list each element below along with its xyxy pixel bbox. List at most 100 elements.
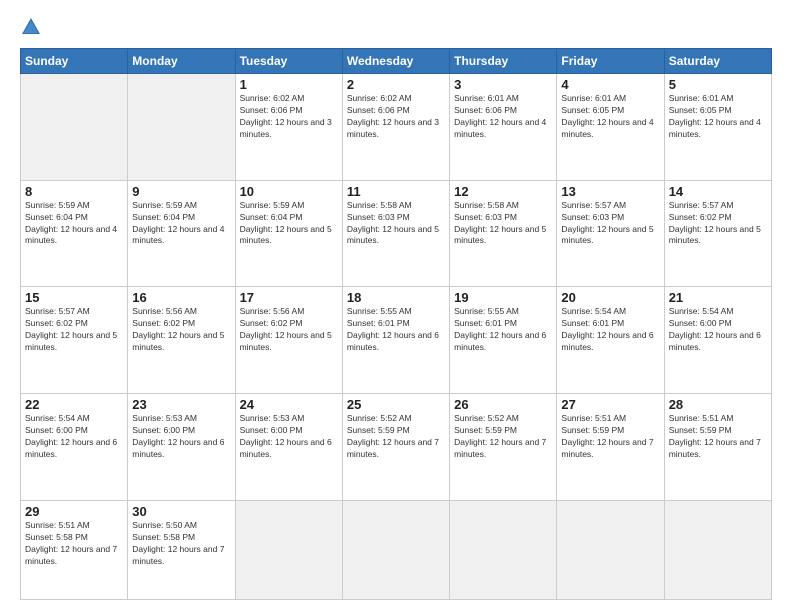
day-number: 1 — [240, 77, 338, 92]
day-cell-11: 11Sunrise: 5:58 AMSunset: 6:03 PMDayligh… — [342, 180, 449, 287]
day-cell-12: 12Sunrise: 5:58 AMSunset: 6:03 PMDayligh… — [450, 180, 557, 287]
day-info: Sunrise: 5:51 AMSunset: 5:59 PMDaylight:… — [561, 413, 659, 461]
day-number: 21 — [669, 290, 767, 305]
day-cell-16: 16Sunrise: 5:56 AMSunset: 6:02 PMDayligh… — [128, 287, 235, 394]
day-info: Sunrise: 5:52 AMSunset: 5:59 PMDaylight:… — [454, 413, 552, 461]
day-cell-29: 29Sunrise: 5:51 AMSunset: 5:58 PMDayligh… — [21, 500, 128, 599]
day-number: 5 — [669, 77, 767, 92]
calendar-week-3: 15Sunrise: 5:57 AMSunset: 6:02 PMDayligh… — [21, 287, 772, 394]
day-info: Sunrise: 5:58 AMSunset: 6:03 PMDaylight:… — [454, 200, 552, 248]
day-number: 23 — [132, 397, 230, 412]
day-number: 28 — [669, 397, 767, 412]
calendar-week-5: 29Sunrise: 5:51 AMSunset: 5:58 PMDayligh… — [21, 500, 772, 599]
day-cell-2: 2Sunrise: 6:02 AMSunset: 6:06 PMDaylight… — [342, 74, 449, 181]
weekday-header-thursday: Thursday — [450, 49, 557, 74]
calendar-week-2: 8Sunrise: 5:59 AMSunset: 6:04 PMDaylight… — [21, 180, 772, 287]
day-number: 29 — [25, 504, 123, 519]
day-number: 3 — [454, 77, 552, 92]
day-cell-17: 17Sunrise: 5:56 AMSunset: 6:02 PMDayligh… — [235, 287, 342, 394]
day-number: 24 — [240, 397, 338, 412]
day-number: 27 — [561, 397, 659, 412]
day-info: Sunrise: 5:57 AMSunset: 6:02 PMDaylight:… — [669, 200, 767, 248]
day-cell-8: 8Sunrise: 5:59 AMSunset: 6:04 PMDaylight… — [21, 180, 128, 287]
day-info: Sunrise: 5:53 AMSunset: 6:00 PMDaylight:… — [132, 413, 230, 461]
day-number: 20 — [561, 290, 659, 305]
day-cell-24: 24Sunrise: 5:53 AMSunset: 6:00 PMDayligh… — [235, 394, 342, 501]
day-info: Sunrise: 5:54 AMSunset: 6:01 PMDaylight:… — [561, 306, 659, 354]
day-cell-26: 26Sunrise: 5:52 AMSunset: 5:59 PMDayligh… — [450, 394, 557, 501]
empty-cell — [450, 500, 557, 599]
day-number: 14 — [669, 184, 767, 199]
day-number: 2 — [347, 77, 445, 92]
day-number: 15 — [25, 290, 123, 305]
day-info: Sunrise: 6:02 AMSunset: 6:06 PMDaylight:… — [347, 93, 445, 141]
day-info: Sunrise: 5:59 AMSunset: 6:04 PMDaylight:… — [25, 200, 123, 248]
empty-cell — [128, 74, 235, 181]
day-number: 18 — [347, 290, 445, 305]
day-cell-28: 28Sunrise: 5:51 AMSunset: 5:59 PMDayligh… — [664, 394, 771, 501]
day-cell-15: 15Sunrise: 5:57 AMSunset: 6:02 PMDayligh… — [21, 287, 128, 394]
page-header — [20, 16, 772, 38]
day-number: 22 — [25, 397, 123, 412]
day-number: 30 — [132, 504, 230, 519]
day-cell-18: 18Sunrise: 5:55 AMSunset: 6:01 PMDayligh… — [342, 287, 449, 394]
day-cell-23: 23Sunrise: 5:53 AMSunset: 6:00 PMDayligh… — [128, 394, 235, 501]
day-info: Sunrise: 5:59 AMSunset: 6:04 PMDaylight:… — [240, 200, 338, 248]
day-info: Sunrise: 5:51 AMSunset: 5:59 PMDaylight:… — [669, 413, 767, 461]
day-number: 26 — [454, 397, 552, 412]
weekday-header-friday: Friday — [557, 49, 664, 74]
day-number: 4 — [561, 77, 659, 92]
logo — [20, 16, 46, 38]
weekday-header-wednesday: Wednesday — [342, 49, 449, 74]
day-number: 9 — [132, 184, 230, 199]
day-info: Sunrise: 5:55 AMSunset: 6:01 PMDaylight:… — [454, 306, 552, 354]
empty-cell — [235, 500, 342, 599]
calendar-week-1: 1Sunrise: 6:02 AMSunset: 6:06 PMDaylight… — [21, 74, 772, 181]
calendar-table: SundayMondayTuesdayWednesdayThursdayFrid… — [20, 48, 772, 600]
day-info: Sunrise: 5:59 AMSunset: 6:04 PMDaylight:… — [132, 200, 230, 248]
day-number: 16 — [132, 290, 230, 305]
day-info: Sunrise: 5:57 AMSunset: 6:02 PMDaylight:… — [25, 306, 123, 354]
calendar-body: 1Sunrise: 6:02 AMSunset: 6:06 PMDaylight… — [21, 74, 772, 600]
day-cell-30: 30Sunrise: 5:50 AMSunset: 5:58 PMDayligh… — [128, 500, 235, 599]
empty-cell — [342, 500, 449, 599]
day-info: Sunrise: 5:51 AMSunset: 5:58 PMDaylight:… — [25, 520, 123, 568]
day-number: 25 — [347, 397, 445, 412]
day-cell-3: 3Sunrise: 6:01 AMSunset: 6:06 PMDaylight… — [450, 74, 557, 181]
day-info: Sunrise: 5:56 AMSunset: 6:02 PMDaylight:… — [132, 306, 230, 354]
day-cell-25: 25Sunrise: 5:52 AMSunset: 5:59 PMDayligh… — [342, 394, 449, 501]
day-cell-1: 1Sunrise: 6:02 AMSunset: 6:06 PMDaylight… — [235, 74, 342, 181]
day-cell-20: 20Sunrise: 5:54 AMSunset: 6:01 PMDayligh… — [557, 287, 664, 394]
day-cell-27: 27Sunrise: 5:51 AMSunset: 5:59 PMDayligh… — [557, 394, 664, 501]
day-info: Sunrise: 6:01 AMSunset: 6:05 PMDaylight:… — [561, 93, 659, 141]
day-info: Sunrise: 6:01 AMSunset: 6:05 PMDaylight:… — [669, 93, 767, 141]
day-number: 12 — [454, 184, 552, 199]
weekday-header-saturday: Saturday — [664, 49, 771, 74]
day-info: Sunrise: 5:54 AMSunset: 6:00 PMDaylight:… — [669, 306, 767, 354]
day-cell-13: 13Sunrise: 5:57 AMSunset: 6:03 PMDayligh… — [557, 180, 664, 287]
day-cell-5: 5Sunrise: 6:01 AMSunset: 6:05 PMDaylight… — [664, 74, 771, 181]
day-info: Sunrise: 5:58 AMSunset: 6:03 PMDaylight:… — [347, 200, 445, 248]
day-cell-19: 19Sunrise: 5:55 AMSunset: 6:01 PMDayligh… — [450, 287, 557, 394]
day-info: Sunrise: 5:53 AMSunset: 6:00 PMDaylight:… — [240, 413, 338, 461]
day-info: Sunrise: 6:01 AMSunset: 6:06 PMDaylight:… — [454, 93, 552, 141]
day-info: Sunrise: 6:02 AMSunset: 6:06 PMDaylight:… — [240, 93, 338, 141]
day-info: Sunrise: 5:50 AMSunset: 5:58 PMDaylight:… — [132, 520, 230, 568]
day-number: 11 — [347, 184, 445, 199]
weekday-header-sunday: Sunday — [21, 49, 128, 74]
day-info: Sunrise: 5:55 AMSunset: 6:01 PMDaylight:… — [347, 306, 445, 354]
day-cell-22: 22Sunrise: 5:54 AMSunset: 6:00 PMDayligh… — [21, 394, 128, 501]
day-cell-14: 14Sunrise: 5:57 AMSunset: 6:02 PMDayligh… — [664, 180, 771, 287]
day-info: Sunrise: 5:56 AMSunset: 6:02 PMDaylight:… — [240, 306, 338, 354]
day-info: Sunrise: 5:52 AMSunset: 5:59 PMDaylight:… — [347, 413, 445, 461]
weekday-header-monday: Monday — [128, 49, 235, 74]
day-cell-21: 21Sunrise: 5:54 AMSunset: 6:00 PMDayligh… — [664, 287, 771, 394]
day-number: 8 — [25, 184, 123, 199]
day-number: 13 — [561, 184, 659, 199]
day-cell-10: 10Sunrise: 5:59 AMSunset: 6:04 PMDayligh… — [235, 180, 342, 287]
day-cell-4: 4Sunrise: 6:01 AMSunset: 6:05 PMDaylight… — [557, 74, 664, 181]
day-info: Sunrise: 5:57 AMSunset: 6:03 PMDaylight:… — [561, 200, 659, 248]
day-info: Sunrise: 5:54 AMSunset: 6:00 PMDaylight:… — [25, 413, 123, 461]
day-number: 10 — [240, 184, 338, 199]
weekday-header-row: SundayMondayTuesdayWednesdayThursdayFrid… — [21, 49, 772, 74]
